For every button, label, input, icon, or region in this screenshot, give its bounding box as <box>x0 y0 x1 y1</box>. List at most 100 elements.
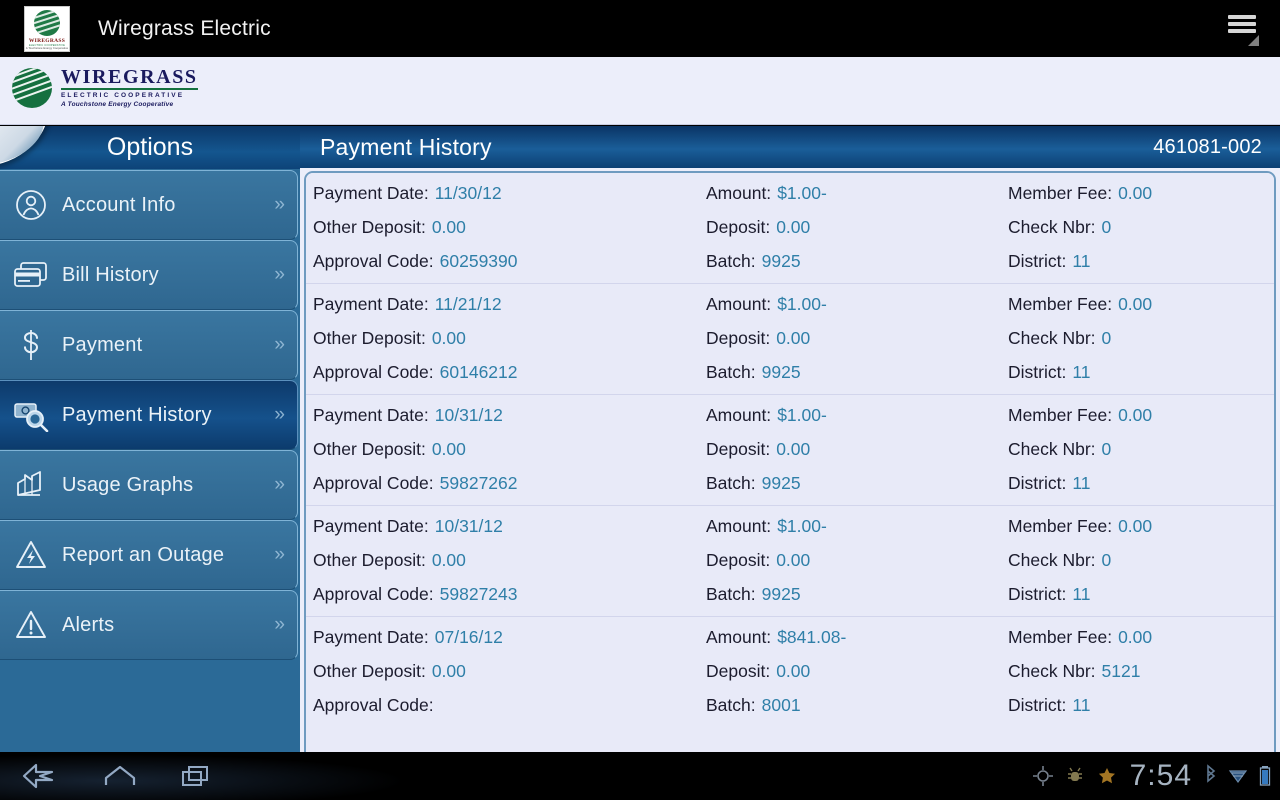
approval-code: Approval Code: 59827262 <box>313 473 518 494</box>
amount-label: Amount: <box>706 183 772 203</box>
approval-code: Approval Code: 60146212 <box>313 362 518 383</box>
chevron-right-icon: » <box>274 194 285 215</box>
sidebar-item-account-info[interactable]: Account Info » <box>0 170 298 240</box>
deposit: Deposit: 0.00 <box>706 217 810 238</box>
other-deposit-value: 0.00 <box>431 550 466 570</box>
hamburger-bars <box>1228 15 1256 33</box>
amount-label: Amount: <box>706 405 772 425</box>
payment-date-value: 07/16/12 <box>434 627 503 647</box>
amount: Amount: $1.00- <box>706 294 827 315</box>
sidebar-item-report-an-outage[interactable]: Report an Outage » <box>0 520 298 590</box>
hamburger-menu-icon[interactable] <box>1224 12 1260 46</box>
batch-value: 9925 <box>761 362 801 382</box>
payment-date-label: Payment Date: <box>313 294 429 314</box>
usb-debug-icon <box>1067 767 1082 781</box>
payment-row[interactable]: Payment Date: 10/31/12 Amount: $1.00- Member… <box>306 395 1274 506</box>
home-nav-icon[interactable] <box>98 761 142 791</box>
deposit-value: 0.00 <box>776 439 811 459</box>
district-label: District: <box>1008 584 1067 604</box>
check-nbr-value: 0 <box>1101 328 1112 348</box>
menu-corner-triangle-icon <box>1248 35 1259 46</box>
member-fee-label: Member Fee: <box>1008 405 1113 425</box>
sidebar-item-bill-history[interactable]: Bill History » <box>0 240 298 310</box>
district-label: District: <box>1008 362 1067 382</box>
wifi-icon <box>1228 770 1248 784</box>
member-fee-value: 0.00 <box>1118 627 1153 647</box>
batch-label: Batch: <box>706 695 756 715</box>
approval-code: Approval Code: 60259390 <box>313 251 518 272</box>
approval-code-value: 60146212 <box>439 362 518 382</box>
payment-date-label: Payment Date: <box>313 516 429 536</box>
payment-row[interactable]: Payment Date: 11/21/12 Amount: $1.00- Member… <box>306 284 1274 395</box>
payment-date-label: Payment Date: <box>313 183 429 203</box>
back-icon[interactable] <box>18 761 62 791</box>
check-nbr-value: 0 <box>1101 550 1112 570</box>
payment-date: Payment Date: 10/31/12 <box>313 405 503 426</box>
cards-icon <box>0 260 62 290</box>
approval-code: Approval Code: 59827243 <box>313 584 518 605</box>
deposit-value: 0.00 <box>776 217 811 237</box>
battery-icon <box>1259 766 1271 786</box>
deposit: Deposit: 0.00 <box>706 550 810 571</box>
payment-date: Payment Date: 11/21/12 <box>313 294 502 315</box>
district: District: 11 <box>1008 251 1091 272</box>
check-nbr: Check Nbr: 0 <box>1008 328 1111 349</box>
sidebar-title: Options <box>0 126 300 169</box>
sidebar-item-payment[interactable]: Payment » <box>0 310 298 380</box>
other-deposit-value: 0.00 <box>431 439 466 459</box>
other-deposit: Other Deposit: 0.00 <box>313 328 466 349</box>
sidebar-menu: Account Info » Bill History» Payment» Paymen… <box>0 170 300 660</box>
payment-date: Payment Date: 11/30/12 <box>313 183 502 204</box>
batch-value: 9925 <box>761 584 801 604</box>
district-value: 11 <box>1072 473 1091 493</box>
district-value: 11 <box>1072 251 1091 271</box>
sidebar-item-payment-history[interactable]: Payment History » <box>0 380 298 450</box>
approval-code-label: Approval Code: <box>313 251 434 271</box>
member-fee-label: Member Fee: <box>1008 183 1113 203</box>
site-logo[interactable]: WIREGRASS ELECTRIC COOPERATIVE A Touchst… <box>12 67 198 110</box>
deposit-value: 0.00 <box>776 550 811 570</box>
payment-row[interactable]: Payment Date: 07/16/12 Amount: $841.08- Memb… <box>306 617 1274 728</box>
app-icon: WIREGRASS ELECTRIC COOPERATIVE A Touchst… <box>24 5 70 52</box>
other-deposit-value: 0.00 <box>431 217 466 237</box>
approval-code-value: 59827262 <box>439 473 518 493</box>
logo-wordmark: WIREGRASS ELECTRIC COOPERATIVE A Touchst… <box>61 67 198 110</box>
recent-apps-icon[interactable] <box>175 761 219 791</box>
page-body: Options Account Info» Bill History» Paymen… <box>0 126 1280 800</box>
sidebar-item-alerts[interactable]: Alerts » <box>0 590 298 660</box>
member-fee-label: Member Fee: <box>1008 294 1113 314</box>
other-deposit: Other Deposit: 0.00 <box>313 550 466 571</box>
payment-history-list[interactable]: WIREGRASS Payment Date:11/30/12Amount:$1… <box>304 171 1276 800</box>
district: District: 11 <box>1008 584 1091 605</box>
member-fee-label: Member Fee: <box>1008 627 1113 647</box>
approval-code-label: Approval Code: <box>313 362 434 382</box>
member-fee-label: Member Fee: <box>1008 516 1113 536</box>
logo-rule <box>61 88 198 90</box>
amount: Amount: $841.08- <box>706 627 846 648</box>
batch-label: Batch: <box>706 251 756 271</box>
payment-rows: Payment Date: 11/30/12 Amount: $1.00- Member… <box>306 173 1274 728</box>
payment-row[interactable]: Payment Date: 10/31/12 Amount: $1.00- Member… <box>306 506 1274 617</box>
district-label: District: <box>1008 695 1067 715</box>
payment-row[interactable]: Payment Date: 11/30/12 Amount: $1.00- Member… <box>306 173 1274 284</box>
deposit-value: 0.00 <box>776 661 811 681</box>
sidebar-item-usage-graphs[interactable]: Usage Graphs » <box>0 450 298 520</box>
other-deposit: Other Deposit: 0.00 <box>313 661 466 682</box>
other-deposit-label: Other Deposit: <box>313 439 426 459</box>
amount-value: $841.08- <box>777 627 847 647</box>
district-label: District: <box>1008 251 1067 271</box>
deposit: Deposit: 0.00 <box>706 439 810 460</box>
sidebar-item-label: Account Info <box>62 193 176 216</box>
sidebar-item-label: Payment <box>62 333 143 356</box>
site-header: WIREGRASS ELECTRIC COOPERATIVE A Touchst… <box>0 57 1280 169</box>
member-fee: Member Fee: 0.00 <box>1008 516 1152 537</box>
member-fee: Member Fee: 0.00 <box>1008 405 1152 426</box>
approval-code-value: 59827243 <box>439 584 518 604</box>
deposit: Deposit: 0.00 <box>706 661 810 682</box>
batch: Batch: 9925 <box>706 473 801 494</box>
check-nbr-label: Check Nbr: <box>1008 217 1096 237</box>
screen-root: WIREGRASS ELECTRIC COOPERATIVE A Touchst… <box>0 0 1280 800</box>
deposit-label: Deposit: <box>706 328 771 348</box>
other-deposit-label: Other Deposit: <box>313 661 426 681</box>
warning-icon <box>0 609 62 641</box>
